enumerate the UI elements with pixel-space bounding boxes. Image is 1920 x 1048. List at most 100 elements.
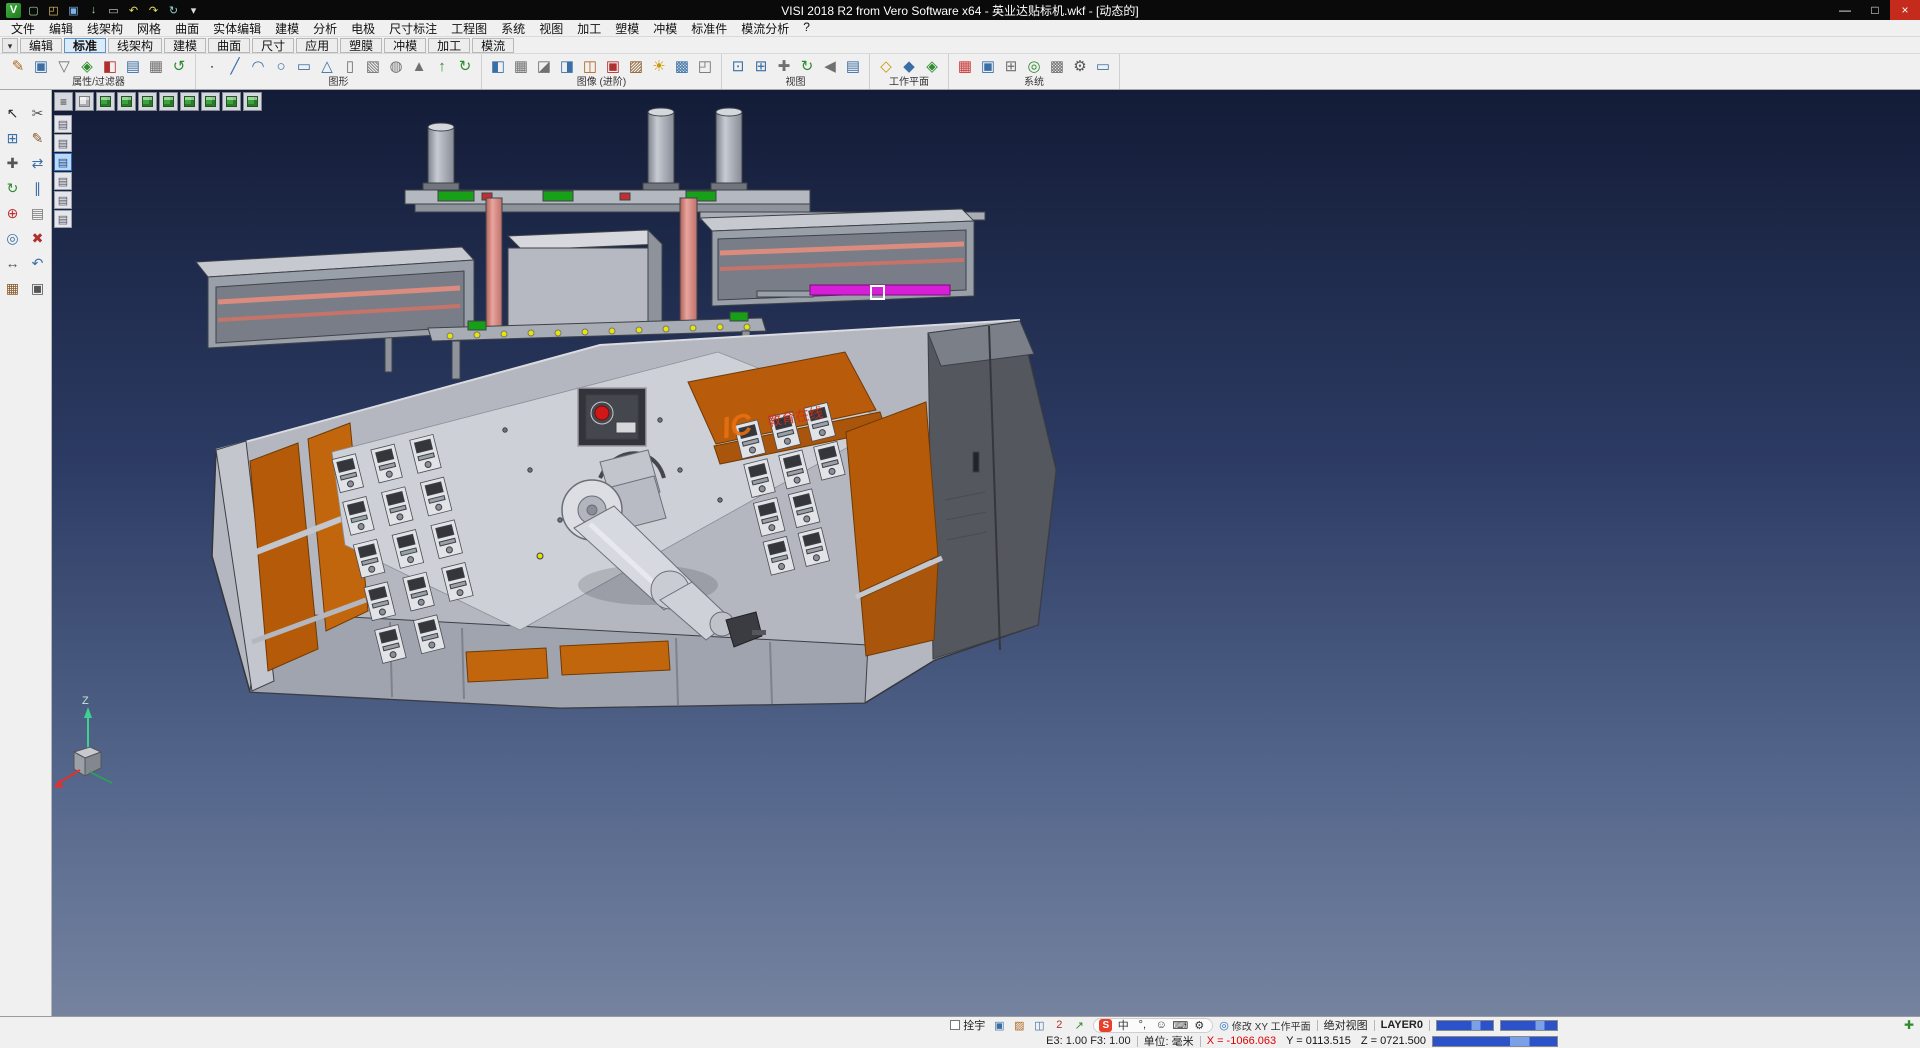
screen-settings-icon[interactable]: ▣ <box>977 55 999 77</box>
image-icon[interactable]: ▨ <box>1011 1018 1027 1032</box>
copy-icon[interactable]: ▣ <box>27 277 49 299</box>
menu-wireframe[interactable]: 线架构 <box>80 20 130 37</box>
menu-molding[interactable]: 塑模 <box>608 20 646 37</box>
menu-surface[interactable]: 曲面 <box>168 20 206 37</box>
workplane-dynamic-icon[interactable]: ◈ <box>921 55 943 77</box>
match-properties-icon[interactable]: ▣ <box>30 55 52 77</box>
move-icon[interactable]: ✚ <box>2 152 24 174</box>
undo-arrow-icon[interactable]: ↶ <box>27 252 49 274</box>
print-icon[interactable]: ▭ <box>105 2 122 19</box>
transparency-icon[interactable]: ◨ <box>556 55 578 77</box>
menu-modeling[interactable]: 建模 <box>268 20 306 37</box>
menu-solid-edit[interactable]: 实体编辑 <box>206 20 268 37</box>
tab-dropdown-button[interactable]: ▾ <box>2 38 18 53</box>
new-file-icon[interactable]: ▢ <box>25 2 42 19</box>
ucs-axes-icon[interactable]: ⊕ <box>2 202 24 224</box>
import-icon[interactable]: ↓ <box>85 2 102 19</box>
view-front-icon[interactable] <box>117 92 136 111</box>
mask-filter-icon[interactable]: ▦ <box>145 55 167 77</box>
menu-dimensioning[interactable]: 尺寸标注 <box>382 20 444 37</box>
menu-view[interactable]: 视图 <box>532 20 570 37</box>
light-icon[interactable]: ☀ <box>648 55 670 77</box>
ime-emoji-icon[interactable]: ☺ <box>1153 1018 1169 1032</box>
polyline-icon[interactable]: △ <box>316 55 338 77</box>
shaded-mode-icon[interactable]: ◧ <box>487 55 509 77</box>
section-icon[interactable]: ◫ <box>579 55 601 77</box>
menu-flow-analysis[interactable]: 模流分析 <box>734 20 796 37</box>
tab-mold-flow[interactable]: 模流 <box>472 38 514 53</box>
box-icon[interactable]: ▧ <box>362 55 384 77</box>
user-count-badge[interactable]: 2 <box>1051 1018 1067 1032</box>
menu-drafting[interactable]: 工程图 <box>444 20 494 37</box>
clipboard-slot-2-icon[interactable]: ▤ <box>54 134 72 152</box>
cylinder-icon[interactable]: ▯ <box>339 55 361 77</box>
arc-icon[interactable]: ◠ <box>247 55 269 77</box>
circle-icon[interactable]: ○ <box>270 55 292 77</box>
select-arrow-icon[interactable]: ↖ <box>2 102 24 124</box>
line-icon[interactable]: ╱ <box>224 55 246 77</box>
tab-surface[interactable]: 曲面 <box>208 38 250 53</box>
tab-molding[interactable]: 塑膜 <box>340 38 382 53</box>
texture-icon[interactable]: ▨ <box>625 55 647 77</box>
snap-toggle[interactable]: 拴宇 <box>950 1017 985 1033</box>
cone-icon[interactable]: ▲ <box>408 55 430 77</box>
menu-machining[interactable]: 加工 <box>570 20 608 37</box>
gallery-icon[interactable]: ◫ <box>1031 1018 1047 1032</box>
reset-filter-icon[interactable]: ↺ <box>168 55 190 77</box>
view-list-icon[interactable]: ≡ <box>54 92 73 111</box>
clipboard-slot-3-icon[interactable]: ▤ <box>54 153 72 171</box>
background-icon[interactable]: ▩ <box>671 55 693 77</box>
sketch-pencil-icon[interactable]: ✎ <box>27 127 49 149</box>
notes-icon[interactable]: ▤ <box>27 202 49 224</box>
link-icon[interactable]: ↗ <box>1071 1018 1087 1032</box>
grid-settings-icon[interactable]: ▩ <box>1046 55 1068 77</box>
menu-mesh[interactable]: 网格 <box>130 20 168 37</box>
color-table-icon[interactable]: ▦ <box>954 55 976 77</box>
tab-wireframe[interactable]: 线架构 <box>108 38 162 53</box>
tab-machining[interactable]: 加工 <box>428 38 470 53</box>
maximize-button[interactable]: □ <box>1860 0 1890 20</box>
view-isometric-icon[interactable] <box>222 92 241 111</box>
menu-analysis[interactable]: 分析 <box>306 20 344 37</box>
erase-icon[interactable]: ✖ <box>27 227 49 249</box>
attribute-brush-icon[interactable]: ✎ <box>7 55 29 77</box>
zoom-window-icon[interactable]: ⊞ <box>2 127 24 149</box>
workplane-align-icon[interactable]: ◆ <box>898 55 920 77</box>
view-top-icon[interactable] <box>96 92 115 111</box>
offset-icon[interactable]: ∥ <box>27 177 49 199</box>
layer-filter-icon[interactable]: ▤ <box>122 55 144 77</box>
view-left-icon[interactable] <box>159 92 178 111</box>
view-back-icon[interactable] <box>180 92 199 111</box>
view-shaded-cube-icon[interactable] <box>75 92 94 111</box>
palette-icon[interactable]: ▦ <box>2 277 24 299</box>
undo-icon[interactable]: ↶ <box>125 2 142 19</box>
rectangle-icon[interactable]: ▭ <box>293 55 315 77</box>
rotate-view-icon[interactable]: ↻ <box>796 55 818 77</box>
measure-icon[interactable]: ↔ <box>2 252 24 274</box>
tab-modeling[interactable]: 建模 <box>164 38 206 53</box>
trim-scissors-icon[interactable]: ✂ <box>27 102 49 124</box>
options-icon[interactable]: ⚙ <box>1069 55 1091 77</box>
plot-icon[interactable]: ▭ <box>1092 55 1114 77</box>
tab-application[interactable]: 应用 <box>296 38 338 53</box>
wireframe-mode-icon[interactable]: ▦ <box>510 55 532 77</box>
capture-icon[interactable]: ▣ <box>991 1018 1007 1032</box>
viewport-3d[interactable]: IC 教育在线 Z ≡ ▤▤▤▤▤▤ <box>52 90 1920 1016</box>
view-right-icon[interactable] <box>138 92 157 111</box>
qat-dropdown-icon[interactable]: ▾ <box>185 2 202 19</box>
clipboard-slot-5-icon[interactable]: ▤ <box>54 191 72 209</box>
layer-indicator[interactable]: LAYER0 <box>1381 1019 1423 1031</box>
circle-tool-icon[interactable]: ◎ <box>2 227 24 249</box>
sphere-icon[interactable]: ◍ <box>385 55 407 77</box>
menu-standard-parts[interactable]: 标准件 <box>684 20 734 37</box>
render-icon[interactable]: ▣ <box>602 55 624 77</box>
view-axonometric-icon[interactable] <box>243 92 262 111</box>
color-filter-icon[interactable]: ◧ <box>99 55 121 77</box>
tab-dimension[interactable]: 尺寸 <box>252 38 294 53</box>
mirror-icon[interactable]: ⇄ <box>27 152 49 174</box>
menu-file[interactable]: 文件 <box>4 20 42 37</box>
snapshot-icon[interactable]: ◰ <box>694 55 716 77</box>
tab-stamping[interactable]: 冲模 <box>384 38 426 53</box>
refresh-icon[interactable]: ↻ <box>165 2 182 19</box>
pan-icon[interactable]: ✚ <box>773 55 795 77</box>
